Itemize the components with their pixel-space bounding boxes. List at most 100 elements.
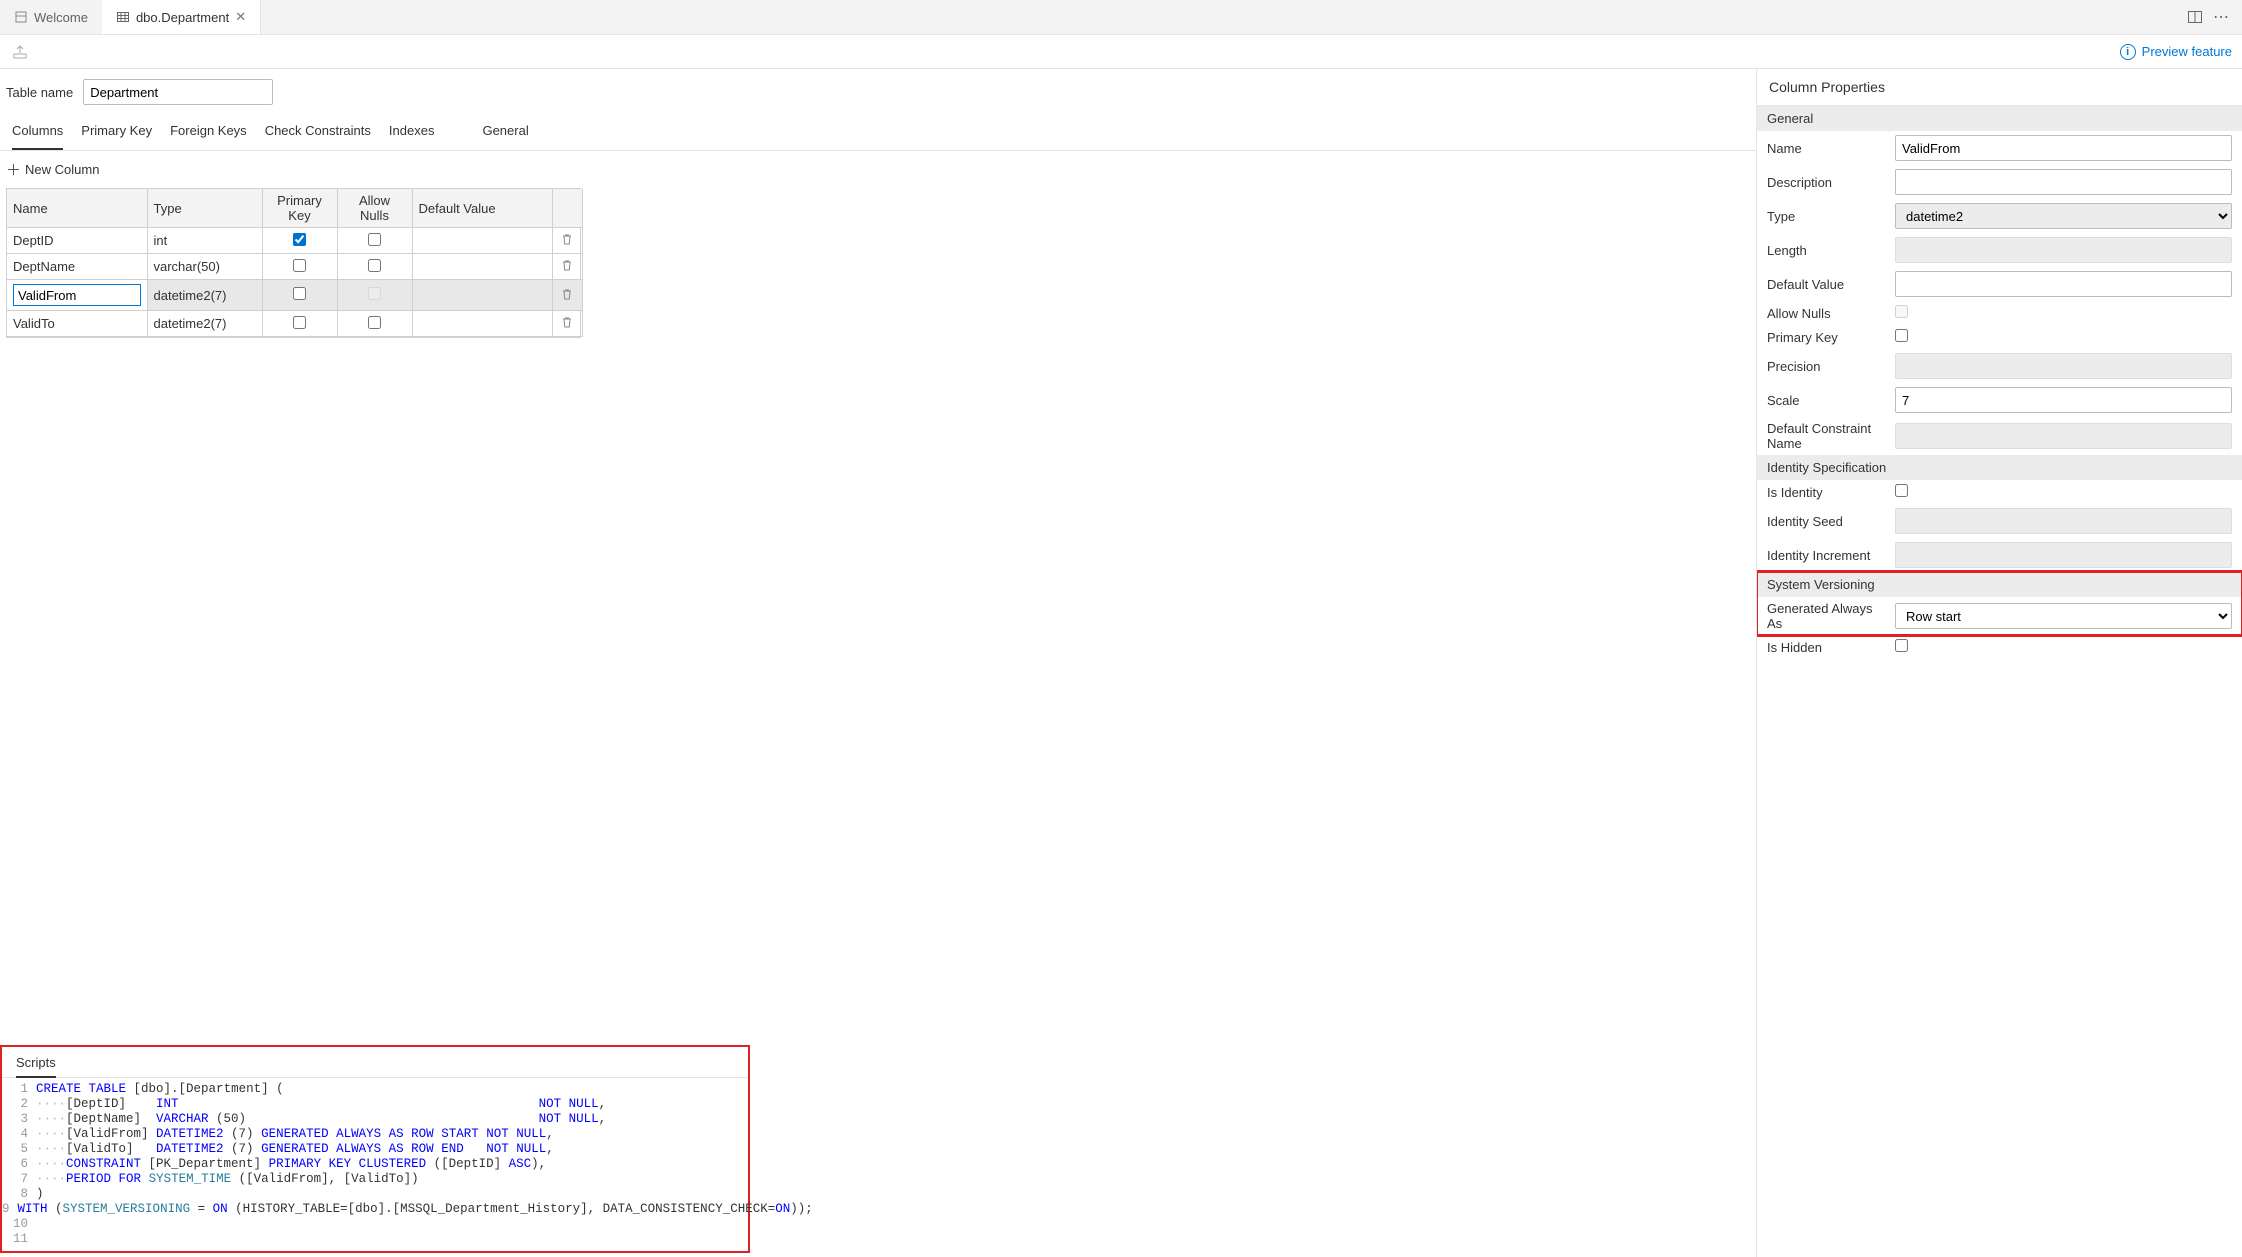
prop-hidden-label: Is Hidden [1767,640,1887,655]
prop-hidden-checkbox[interactable] [1895,639,1908,652]
prop-incr-input [1895,542,2232,568]
pk-checkbox[interactable] [293,259,306,272]
scripts-tab[interactable]: Scripts [16,1055,56,1078]
cell-delete[interactable] [552,311,582,337]
trash-icon[interactable] [560,234,574,249]
trash-icon[interactable] [560,260,574,275]
prop-default-input[interactable] [1895,271,2232,297]
welcome-icon [14,10,28,24]
split-editor-icon[interactable] [2186,8,2204,26]
cell-type[interactable]: datetime2(7) [147,280,262,311]
pk-checkbox[interactable] [293,287,306,300]
designer-tabs: Columns Primary Key Foreign Keys Check C… [0,115,1756,151]
cell-delete[interactable] [552,254,582,280]
cell-type[interactable]: varchar(50) [147,254,262,280]
column-name-input[interactable] [13,284,141,306]
nulls-checkbox [368,287,381,300]
column-properties-pane: Column Properties General Name Descripti… [1756,69,2242,1257]
cell-nulls[interactable] [337,228,412,254]
designer-toolbar: i Preview feature [0,35,2242,69]
prop-nulls-checkbox [1895,305,1908,318]
cell-pk[interactable] [262,228,337,254]
table-row[interactable]: DeptNamevarchar(50) [7,254,582,280]
cell-nulls[interactable] [337,254,412,280]
tab-primary-key[interactable]: Primary Key [81,115,152,150]
cell-nulls[interactable] [337,311,412,337]
cell-name[interactable] [7,280,147,311]
cell-default[interactable] [412,254,552,280]
columns-grid: Name Type Primary Key Allow Nulls Defaul… [6,188,581,338]
cell-name[interactable]: ValidTo [7,311,147,337]
cell-delete[interactable] [552,280,582,311]
cell-default[interactable] [412,280,552,311]
close-icon[interactable]: ✕ [235,9,246,25]
prop-dcn-input [1895,423,2232,449]
prop-scale-input[interactable] [1895,387,2232,413]
cell-pk[interactable] [262,280,337,311]
designer-pane: Table name Columns Primary Key Foreign K… [0,69,1756,1257]
preview-feature-label: Preview feature [2142,44,2232,59]
tabbar-actions: ⋯ [2186,8,2242,26]
table-icon [116,10,130,24]
tab-welcome[interactable]: Welcome [0,0,102,34]
new-column-button[interactable]: ＋ New Column [6,159,99,180]
prop-isidentity-checkbox[interactable] [1895,484,1908,497]
prop-pk-checkbox[interactable] [1895,329,1908,342]
trash-icon[interactable] [560,317,574,332]
publish-icon[interactable] [10,42,30,62]
tab-general[interactable]: General [482,115,528,150]
preview-feature-link[interactable]: i Preview feature [2120,44,2232,60]
col-header-name: Name [7,189,147,228]
nulls-checkbox[interactable] [368,233,381,246]
prop-precision-input [1895,353,2232,379]
col-header-pk: Primary Key [262,189,337,228]
pk-checkbox[interactable] [293,233,306,246]
prop-desc-input[interactable] [1895,169,2232,195]
cell-delete[interactable] [552,228,582,254]
prop-name-label: Name [1767,141,1887,156]
cell-default[interactable] [412,311,552,337]
table-row[interactable]: datetime2(7) [7,280,582,311]
prop-seed-label: Identity Seed [1767,514,1887,529]
table-name-row: Table name [0,69,1756,115]
tab-welcome-label: Welcome [34,10,88,25]
sql-editor[interactable]: 1CREATE TABLE [dbo].[Department] (2····[… [2,1078,748,1251]
cell-type[interactable]: datetime2(7) [147,311,262,337]
more-icon[interactable]: ⋯ [2212,8,2230,26]
tab-foreign-keys[interactable]: Foreign Keys [170,115,247,150]
cell-name[interactable]: DeptName [7,254,147,280]
tab-dbo-label: dbo.Department [136,10,229,25]
cell-pk[interactable] [262,311,337,337]
cell-name[interactable]: DeptID [7,228,147,254]
app-root: Welcome dbo.Department ✕ ⋯ i Preview fea… [0,0,2242,1257]
tab-columns[interactable]: Columns [12,115,63,150]
prop-type-label: Type [1767,209,1887,224]
cell-pk[interactable] [262,254,337,280]
col-header-type: Type [147,189,262,228]
tab-dbo-department[interactable]: dbo.Department ✕ [102,0,261,34]
col-header-nulls: Allow Nulls [337,189,412,228]
table-row[interactable]: DeptIDint [7,228,582,254]
pk-checkbox[interactable] [293,316,306,329]
prop-type-select[interactable]: datetime2 [1895,203,2232,229]
prop-gaa-select[interactable]: Row start [1895,603,2232,629]
nulls-checkbox[interactable] [368,316,381,329]
section-identity: Identity Specification [1757,455,2242,480]
prop-gaa-label: Generated Always As [1767,601,1887,631]
nulls-checkbox[interactable] [368,259,381,272]
prop-isidentity-label: Is Identity [1767,485,1887,500]
prop-name-input[interactable] [1895,135,2232,161]
table-name-label: Table name [6,85,73,100]
new-column-label: New Column [25,162,99,177]
editor-tabbar: Welcome dbo.Department ✕ ⋯ [0,0,2242,35]
tab-indexes[interactable]: Indexes [389,115,435,150]
cell-default[interactable] [412,228,552,254]
prop-nulls-label: Allow Nulls [1767,306,1887,321]
table-row[interactable]: ValidTodatetime2(7) [7,311,582,337]
system-versioning-highlight: System Versioning Generated Always As Ro… [1757,572,2242,635]
table-name-input[interactable] [83,79,273,105]
tab-check-constraints[interactable]: Check Constraints [265,115,371,150]
cell-type[interactable]: int [147,228,262,254]
cell-nulls[interactable] [337,280,412,311]
trash-icon[interactable] [560,289,574,304]
